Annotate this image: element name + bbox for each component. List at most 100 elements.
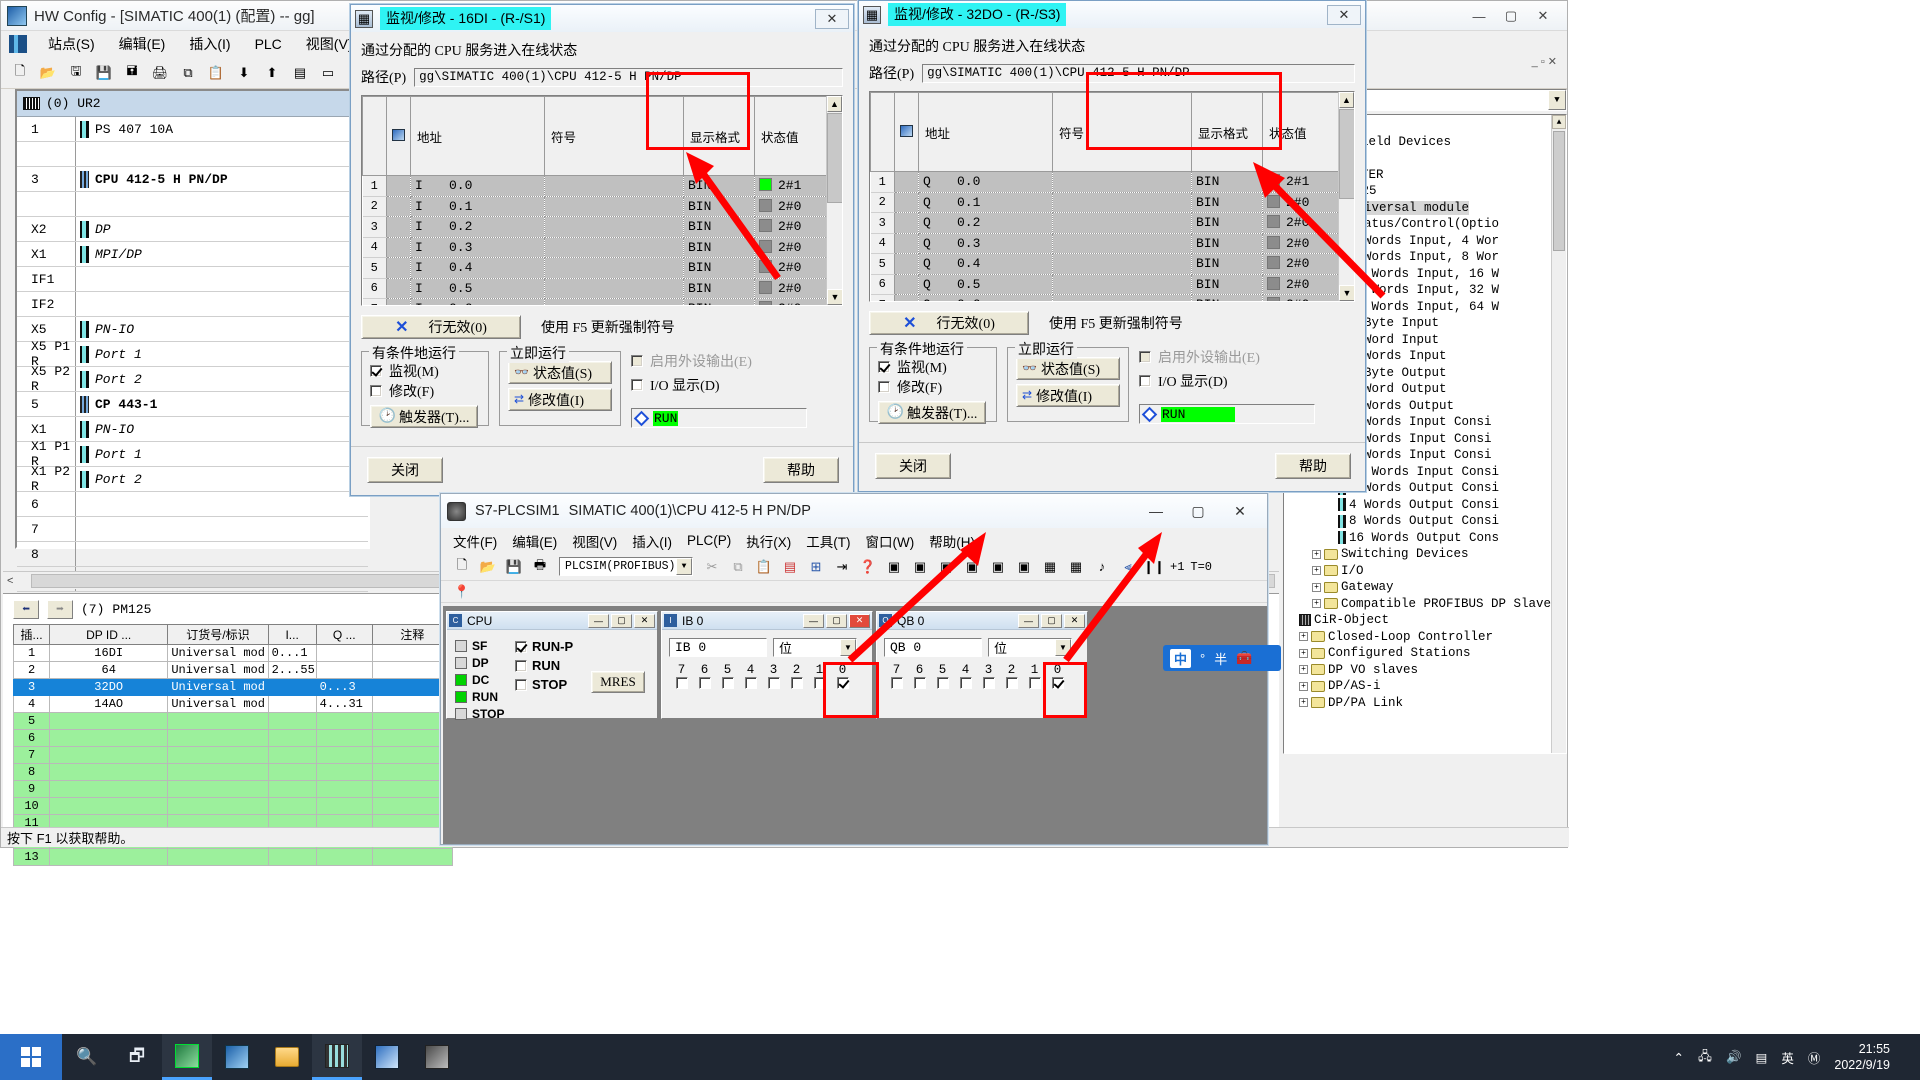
- ib-bit-7[interactable]: 7: [670, 663, 693, 689]
- io-display-row[interactable]: I/O 显示(D): [1139, 371, 1324, 391]
- cpu-mode-row[interactable]: RUN: [515, 656, 583, 675]
- monitor-checkbox-row[interactable]: 监视(M): [878, 357, 988, 377]
- chevron-down-icon[interactable]: ▼: [1055, 639, 1071, 656]
- scroll-left-icon[interactable]: <: [7, 575, 13, 587]
- path-value[interactable]: gg\SIMATIC 400(1)\CPU 412-5 H PN/DP: [414, 67, 843, 87]
- ib-bit-checkbox[interactable]: [836, 677, 849, 689]
- rack-module-cell[interactable]: [75, 492, 368, 516]
- cell-symbol[interactable]: [544, 298, 684, 305]
- rack-row[interactable]: X1 MPI/DP: [17, 242, 368, 267]
- ib-maximize-button[interactable]: ▢: [826, 613, 847, 628]
- scroll-up-icon[interactable]: ▲: [1339, 92, 1354, 108]
- catalog-vscrollbar[interactable]: ▲: [1551, 115, 1566, 753]
- search-icon[interactable]: 🔍: [62, 1034, 112, 1080]
- dialog-16di-close-action-button[interactable]: 关闭: [367, 457, 443, 483]
- rack-row[interactable]: IF2: [17, 292, 368, 317]
- plcsim-menu-item-3[interactable]: 插入(I): [632, 531, 672, 551]
- cell-address[interactable]: Q 0.1: [918, 192, 1053, 213]
- cell-display-format[interactable]: BIN: [683, 237, 755, 258]
- ime-punctuation-icon[interactable]: °: [1200, 651, 1205, 666]
- rack-module-cell[interactable]: CPU 412-5 H PN/DP: [75, 167, 368, 191]
- copy-icon[interactable]: ⧉: [177, 62, 199, 84]
- expand-icon[interactable]: +: [1312, 549, 1321, 559]
- cell-symbol[interactable]: [1052, 274, 1192, 295]
- ib-close-button[interactable]: ✕: [849, 613, 870, 628]
- status-value-button[interactable]: 👓 状态值(S): [1016, 357, 1120, 380]
- plcsim-minimize-button[interactable]: —: [1135, 497, 1177, 525]
- cell-display-format[interactable]: BIN: [1191, 274, 1263, 295]
- table-row[interactable]: 9: [12, 780, 454, 798]
- qb-bit-0[interactable]: 0: [1046, 663, 1069, 689]
- paste-icon[interactable]: 📋: [753, 556, 775, 578]
- cell-address[interactable]: I 0.5: [410, 278, 545, 299]
- qb-bit-checkbox[interactable]: [1051, 677, 1064, 689]
- path-value[interactable]: gg\SIMATIC 400(1)\CPU 412-5 H PN/DP: [922, 63, 1355, 83]
- ib-bit-checkbox[interactable]: [675, 677, 688, 689]
- qb-bit-2[interactable]: 2: [1000, 663, 1023, 689]
- qb-bit-checkbox[interactable]: [1005, 677, 1018, 689]
- table-row[interactable]: 5: [12, 712, 454, 730]
- cpu-minimize-button[interactable]: —: [588, 613, 609, 628]
- hw-menu-item-plc[interactable]: PLC: [252, 34, 285, 54]
- cell-display-format[interactable]: BIN: [683, 257, 755, 279]
- cpu-mode-row[interactable]: STOP: [515, 675, 583, 694]
- module-info-icon[interactable]: ▤: [289, 62, 311, 84]
- insert-output-icon[interactable]: ▣: [909, 556, 931, 578]
- chevron-down-icon[interactable]: ▼: [676, 558, 692, 575]
- table-row[interactable]: 1 I 0.0 BIN 2#1: [362, 175, 842, 197]
- table-row[interactable]: 6 I 0.5 BIN 2#0: [362, 278, 842, 299]
- table-row[interactable]: 5 Q 0.4 BIN 2#0: [870, 253, 1354, 275]
- cell-force-flag[interactable]: [894, 274, 919, 295]
- cell-display-format[interactable]: BIN: [683, 175, 755, 197]
- arrange-icon[interactable]: ⇥: [831, 556, 853, 578]
- rack-module-cell[interactable]: MPI/DP: [75, 242, 368, 266]
- catalog-scroll-thumb[interactable]: [1553, 131, 1565, 251]
- modify-checkbox-row[interactable]: 修改(F): [878, 377, 988, 397]
- qb-minimize-button[interactable]: —: [1018, 613, 1039, 628]
- cell-symbol[interactable]: [544, 278, 684, 299]
- cell-force-flag[interactable]: [386, 278, 411, 299]
- table-row[interactable]: 4 I 0.3 BIN 2#0: [362, 237, 842, 258]
- hw-config-mdi-buttons[interactable]: _ ▫ ✕: [1532, 55, 1557, 68]
- taskbar-item-hw-config[interactable]: [312, 1034, 362, 1080]
- qb-address-input[interactable]: QB 0: [884, 638, 982, 657]
- table-row[interactable]: 13: [12, 848, 454, 866]
- hw-menu-item-station[interactable]: 站点(S): [45, 32, 98, 56]
- modify-checkbox[interactable]: [878, 381, 890, 393]
- taskbar-item-app6[interactable]: [412, 1034, 462, 1080]
- qb-bit-checkbox[interactable]: [936, 677, 949, 689]
- qb-bit-4[interactable]: 4: [954, 663, 977, 689]
- cell-force-flag[interactable]: [386, 237, 411, 258]
- cell-force-flag[interactable]: [386, 298, 411, 305]
- plcsim-menu-item-6[interactable]: 工具(T): [806, 531, 850, 551]
- plcsim-menu-item-7[interactable]: 窗口(W): [866, 531, 915, 551]
- table-row[interactable]: 3 32DO Universal mod 0...3: [12, 678, 454, 696]
- cpu-maximize-button[interactable]: ▢: [611, 613, 632, 628]
- rack-module-cell[interactable]: PS 407 10A: [75, 117, 368, 141]
- ib-bit-checkbox[interactable]: [813, 677, 826, 689]
- pin-icon[interactable]: 📍: [451, 581, 473, 603]
- table-row[interactable]: 4 14AO Universal mod 4...31: [12, 695, 454, 713]
- tray-ime-icon[interactable]: Ⓜ: [1808, 1048, 1821, 1067]
- rack-row[interactable]: 8: [17, 542, 368, 567]
- rack-module-cell[interactable]: [75, 192, 368, 216]
- catalog-tree-node[interactable]: + I/O: [1284, 563, 1566, 580]
- cell-force-flag[interactable]: [386, 175, 411, 197]
- plcsim-menu-item-5[interactable]: 执行(X): [746, 531, 791, 551]
- modify-checkbox[interactable]: [370, 385, 382, 397]
- cell-address[interactable]: I 0.1: [410, 196, 545, 217]
- cpu-close-button[interactable]: ✕: [634, 613, 655, 628]
- save-compile-icon[interactable]: 🖬: [121, 62, 143, 84]
- cell-force-flag[interactable]: [386, 196, 411, 217]
- record-icon[interactable]: ♪: [1091, 556, 1113, 578]
- modify-value-button[interactable]: ⇄ 修改值(I): [1016, 384, 1120, 407]
- table-row[interactable]: 1 Q 0.0 BIN 2#1: [870, 171, 1354, 193]
- cell-force-flag[interactable]: [894, 253, 919, 275]
- cpu-mode-checkbox[interactable]: [515, 659, 527, 672]
- ib-address-input[interactable]: IB 0: [669, 638, 767, 657]
- print-icon[interactable]: 🖶: [529, 556, 551, 578]
- hw-config-minimize-button[interactable]: —: [1465, 6, 1493, 26]
- qb-format-select[interactable]: 位 ▼: [988, 638, 1072, 657]
- table-row[interactable]: 1 16DI Universal mod 0...1: [12, 644, 454, 662]
- chevron-down-icon[interactable]: ▼: [840, 639, 856, 656]
